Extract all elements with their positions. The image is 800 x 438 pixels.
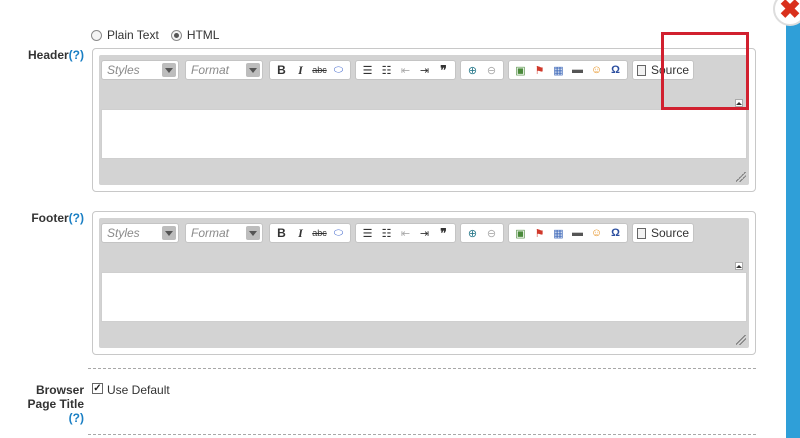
- use-default-label: Use Default: [107, 383, 170, 397]
- italic-button[interactable]: I: [291, 62, 310, 78]
- header-styles-dropdown[interactable]: Styles: [101, 60, 179, 80]
- flash-icon[interactable]: ⚑: [530, 62, 549, 78]
- footer-styles-dropdown[interactable]: Styles: [101, 223, 179, 243]
- header-toolbar: Styles Format B I abc ⬭ ☰ ☷ ⇤ ⇥ ❞ ⊕ ⊖ ▣ …: [101, 58, 698, 82]
- chevron-down-icon: [246, 63, 260, 77]
- section-divider: [88, 368, 756, 369]
- chevron-down-icon: [162, 226, 176, 240]
- blockquote-icon[interactable]: ❞: [434, 62, 453, 78]
- plain-text-label: Plain Text: [107, 28, 159, 42]
- horizontal-rule-icon[interactable]: ▬: [568, 62, 587, 78]
- footer-label: Footer(?): [31, 211, 84, 225]
- bold-button[interactable]: B: [272, 62, 291, 78]
- blockquote-icon[interactable]: ❞: [434, 225, 453, 241]
- special-char-icon[interactable]: Ω: [606, 62, 625, 78]
- use-default-checkbox[interactable]: [92, 383, 103, 394]
- flash-icon[interactable]: ⚑: [530, 225, 549, 241]
- html-label: HTML: [186, 28, 220, 42]
- footer-source-button[interactable]: Source: [632, 223, 695, 243]
- strike-button[interactable]: abc: [310, 225, 329, 241]
- header-source-button[interactable]: Source: [632, 60, 695, 80]
- footer-basic-style-group: B I abc ⬭: [269, 223, 351, 243]
- header-list-group: ☰ ☷ ⇤ ⇥ ❞: [355, 60, 456, 80]
- footer-resize-handle-icon[interactable]: [736, 335, 746, 345]
- header-collapse-toolbar-icon[interactable]: [735, 99, 743, 107]
- header-link-group: ⊕ ⊖: [460, 60, 504, 80]
- image-icon[interactable]: ▣: [511, 225, 530, 241]
- smiley-icon[interactable]: ☺: [587, 62, 606, 78]
- indent-icon[interactable]: ⇥: [415, 62, 434, 78]
- table-icon[interactable]: ▦: [549, 62, 568, 78]
- header-content-area[interactable]: [101, 109, 747, 159]
- special-char-icon[interactable]: Ω: [606, 225, 625, 241]
- eraser-icon[interactable]: ⬭: [329, 225, 348, 241]
- plain-text-radio[interactable]: [91, 29, 102, 41]
- unlink-icon[interactable]: ⊖: [482, 225, 501, 241]
- header-insert-group: ▣ ⚑ ▦ ▬ ☺ Ω: [508, 60, 628, 80]
- header-editor: Styles Format B I abc ⬭ ☰ ☷ ⇤ ⇥ ❞ ⊕ ⊖ ▣ …: [92, 48, 756, 192]
- footer-help-link[interactable]: (?): [69, 211, 84, 225]
- outdent-icon[interactable]: ⇤: [396, 225, 415, 241]
- footer-list-group: ☰ ☷ ⇤ ⇥ ❞: [355, 223, 456, 243]
- format-radio-group: Plain Text HTML: [91, 28, 231, 42]
- header-label: Header(?): [27, 48, 84, 62]
- source-icon: [637, 227, 646, 239]
- footer-collapse-toolbar-icon[interactable]: [735, 262, 743, 270]
- bullet-list-icon[interactable]: ☷: [377, 225, 396, 241]
- footer-editor-chrome: Styles Format B I abc ⬭ ☰ ☷ ⇤ ⇥ ❞ ⊕ ⊖ ▣ …: [99, 218, 749, 348]
- header-format-dropdown[interactable]: Format: [185, 60, 263, 80]
- strike-button[interactable]: abc: [310, 62, 329, 78]
- close-button[interactable]: ✖: [773, 0, 800, 26]
- footer-link-group: ⊕ ⊖: [460, 223, 504, 243]
- bottom-divider: [88, 434, 756, 435]
- dialog: ✖ Plain Text HTML Header(?) Styles Forma…: [0, 0, 800, 438]
- bullet-list-icon[interactable]: ☷: [377, 62, 396, 78]
- browser-page-title-label: Browser Page Title (?): [0, 383, 84, 425]
- ordered-list-icon[interactable]: ☰: [358, 225, 377, 241]
- smiley-icon[interactable]: ☺: [587, 225, 606, 241]
- indent-icon[interactable]: ⇥: [415, 225, 434, 241]
- footer-toolbar: Styles Format B I abc ⬭ ☰ ☷ ⇤ ⇥ ❞ ⊕ ⊖ ▣ …: [101, 221, 698, 245]
- table-icon[interactable]: ▦: [549, 225, 568, 241]
- browser-title-help-link[interactable]: (?): [0, 411, 84, 425]
- eraser-icon[interactable]: ⬭: [329, 62, 348, 78]
- header-resize-handle-icon[interactable]: [736, 172, 746, 182]
- header-editor-chrome: Styles Format B I abc ⬭ ☰ ☷ ⇤ ⇥ ❞ ⊕ ⊖ ▣ …: [99, 55, 749, 185]
- chevron-down-icon: [246, 226, 260, 240]
- bold-button[interactable]: B: [272, 225, 291, 241]
- link-icon[interactable]: ⊕: [463, 225, 482, 241]
- horizontal-rule-icon[interactable]: ▬: [568, 225, 587, 241]
- close-icon: ✖: [779, 0, 800, 24]
- footer-editor: Styles Format B I abc ⬭ ☰ ☷ ⇤ ⇥ ❞ ⊕ ⊖ ▣ …: [92, 211, 756, 355]
- footer-content-area[interactable]: [101, 272, 747, 322]
- outdent-icon[interactable]: ⇤: [396, 62, 415, 78]
- footer-format-dropdown[interactable]: Format: [185, 223, 263, 243]
- html-radio[interactable]: [170, 29, 182, 41]
- ordered-list-icon[interactable]: ☰: [358, 62, 377, 78]
- italic-button[interactable]: I: [291, 225, 310, 241]
- image-icon[interactable]: ▣: [511, 62, 530, 78]
- source-icon: [637, 64, 646, 76]
- footer-insert-group: ▣ ⚑ ▦ ▬ ☺ Ω: [508, 223, 628, 243]
- unlink-icon[interactable]: ⊖: [482, 62, 501, 78]
- header-help-link[interactable]: (?): [69, 48, 84, 62]
- header-basic-style-group: B I abc ⬭: [269, 60, 351, 80]
- chevron-down-icon: [162, 63, 176, 77]
- link-icon[interactable]: ⊕: [463, 62, 482, 78]
